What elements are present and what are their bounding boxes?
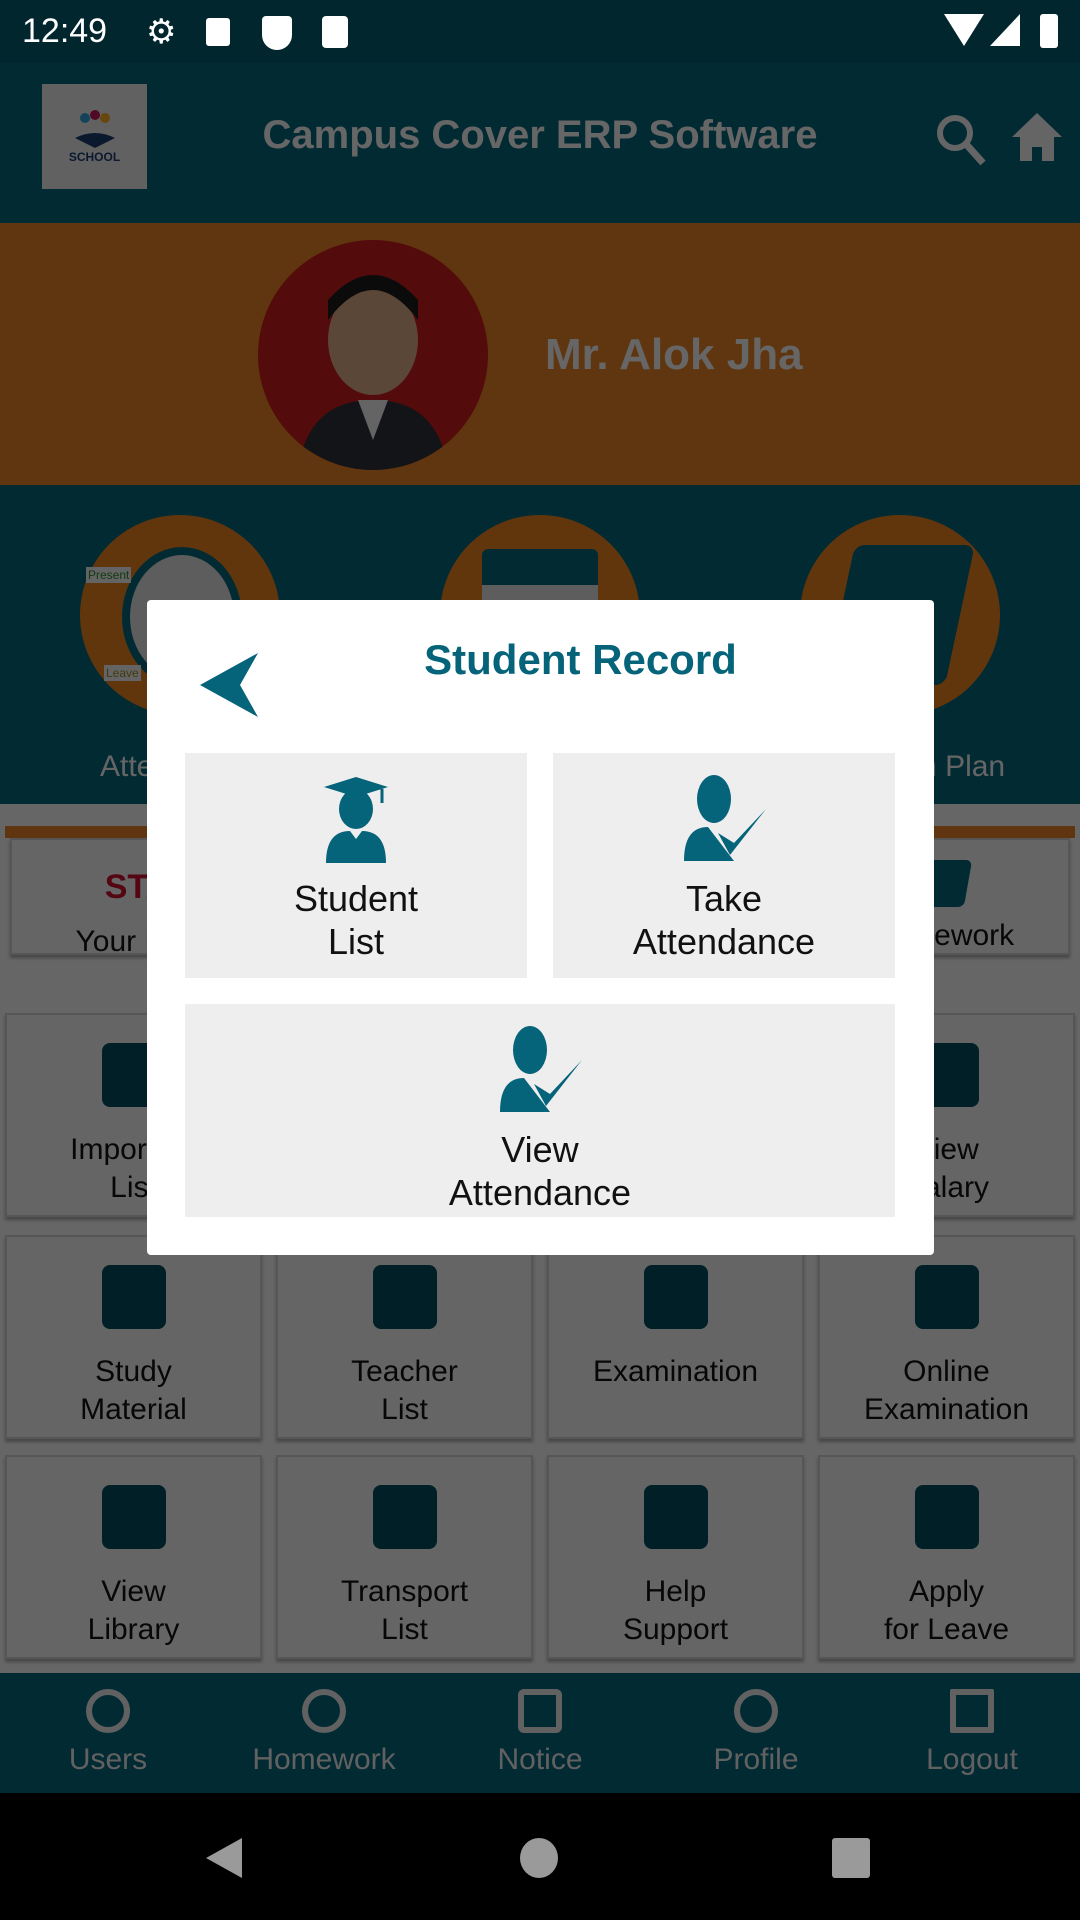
take-attendance-tile[interactable]: Take Attendance [553,753,895,978]
app-bar: SCHOOL Campus Cover ERP Software [0,63,1080,223]
help-support-card[interactable]: Help Support [547,1455,804,1659]
account-icon [734,1689,778,1733]
teacher-list-icon [372,1265,437,1329]
inbox-icon [518,1689,562,1733]
user-check-icon [500,1026,582,1112]
search-icon[interactable] [935,113,987,169]
signal-icon [990,14,1020,46]
take-attendance-label: Take Attendance [632,878,816,962]
logo-text: SCHOOL [68,149,121,164]
logo-icon [74,109,115,148]
examination-label: Examination [592,1355,759,1388]
examination-card[interactable]: Examination [547,1235,804,1439]
transport-list-label: Transport List [340,1575,469,1646]
recents-nav-icon[interactable] [832,1838,870,1878]
logout-icon [950,1689,994,1733]
avatar[interactable] [258,240,488,470]
home-icon[interactable] [1010,111,1064,163]
nav-profile[interactable]: Profile [648,1673,864,1793]
nav-users-label: Users [68,1743,148,1776]
system-nav-bar [0,1793,1080,1920]
teacher-name: Mr. Alok Jha [545,330,803,379]
nav-logout[interactable]: Logout [864,1673,1080,1793]
apply-for-leave-label: Apply for Leave [883,1575,1010,1646]
shield-play-icon [262,16,292,50]
examination-icon [643,1265,708,1329]
leave-badge: Leave [104,665,141,681]
view-library-icon [101,1485,166,1549]
help-support-icon [643,1485,708,1549]
teacher-list-label: Teacher List [351,1355,458,1426]
student-record-dialog: Student Record Student List Take Attenda… [147,600,934,1255]
nav-profile-label: Profile [713,1743,799,1776]
home-nav-icon[interactable] [520,1838,558,1878]
view-library-label: View Library [87,1575,180,1646]
back-arrow-icon[interactable] [200,653,260,717]
users-icon [86,1689,130,1733]
nav-logout-label: Logout [926,1743,1018,1776]
app-title: Campus Cover ERP Software [262,113,818,157]
teacher-list-card[interactable]: Teacher List [276,1235,533,1439]
online-examination-card[interactable]: Online Examination [818,1235,1075,1439]
view-attendance-tile[interactable]: View Attendance [185,1004,895,1217]
dialog-title: Student Record [424,636,737,683]
school-logo: SCHOOL [42,84,147,189]
online-examination-label: Online Examination [863,1355,1030,1426]
study-material-icon [101,1265,166,1329]
nav-homework-label: Homework [252,1743,396,1776]
student-list-tile[interactable]: Student List [185,753,527,978]
view-attendance-label: View Attendance [448,1129,632,1213]
nav-notice[interactable]: Notice [432,1673,648,1793]
profile-banner: Mr. Alok Jha [0,223,1080,485]
view-library-card[interactable]: View Library [5,1455,262,1659]
sd-card-icon [322,16,348,48]
online-examination-icon [914,1265,979,1329]
gear-icon: ⚙ [146,13,177,51]
wifi-icon [944,14,984,46]
help-support-label: Help Support [622,1575,729,1646]
nav-homework[interactable]: Homework [216,1673,432,1793]
status-time: 12:49 [22,12,108,50]
nav-users[interactable]: Users [0,1673,216,1793]
clock-icon [302,1689,346,1733]
graduate-icon [324,777,388,863]
apply-for-leave-icon [914,1485,979,1549]
back-nav-icon[interactable] [206,1838,242,1878]
study-material-card[interactable]: Study Material [5,1235,262,1439]
student-list-label: Student List [293,878,419,962]
transport-list-card[interactable]: Transport List [276,1455,533,1659]
battery-icon [1040,14,1058,48]
study-material-label: Study Material [80,1355,187,1426]
transport-list-icon [372,1485,437,1549]
user-check-icon [684,775,766,861]
present-badge: Present [86,567,132,583]
profile-photo [298,275,448,470]
status-bar: 12:49 ⚙ [0,0,1080,63]
a-icon [206,18,230,46]
nav-notice-label: Notice [497,1743,583,1776]
bottom-nav: Users Homework Notice Profile Logout [0,1673,1080,1793]
apply-for-leave-card[interactable]: Apply for Leave [818,1455,1075,1659]
